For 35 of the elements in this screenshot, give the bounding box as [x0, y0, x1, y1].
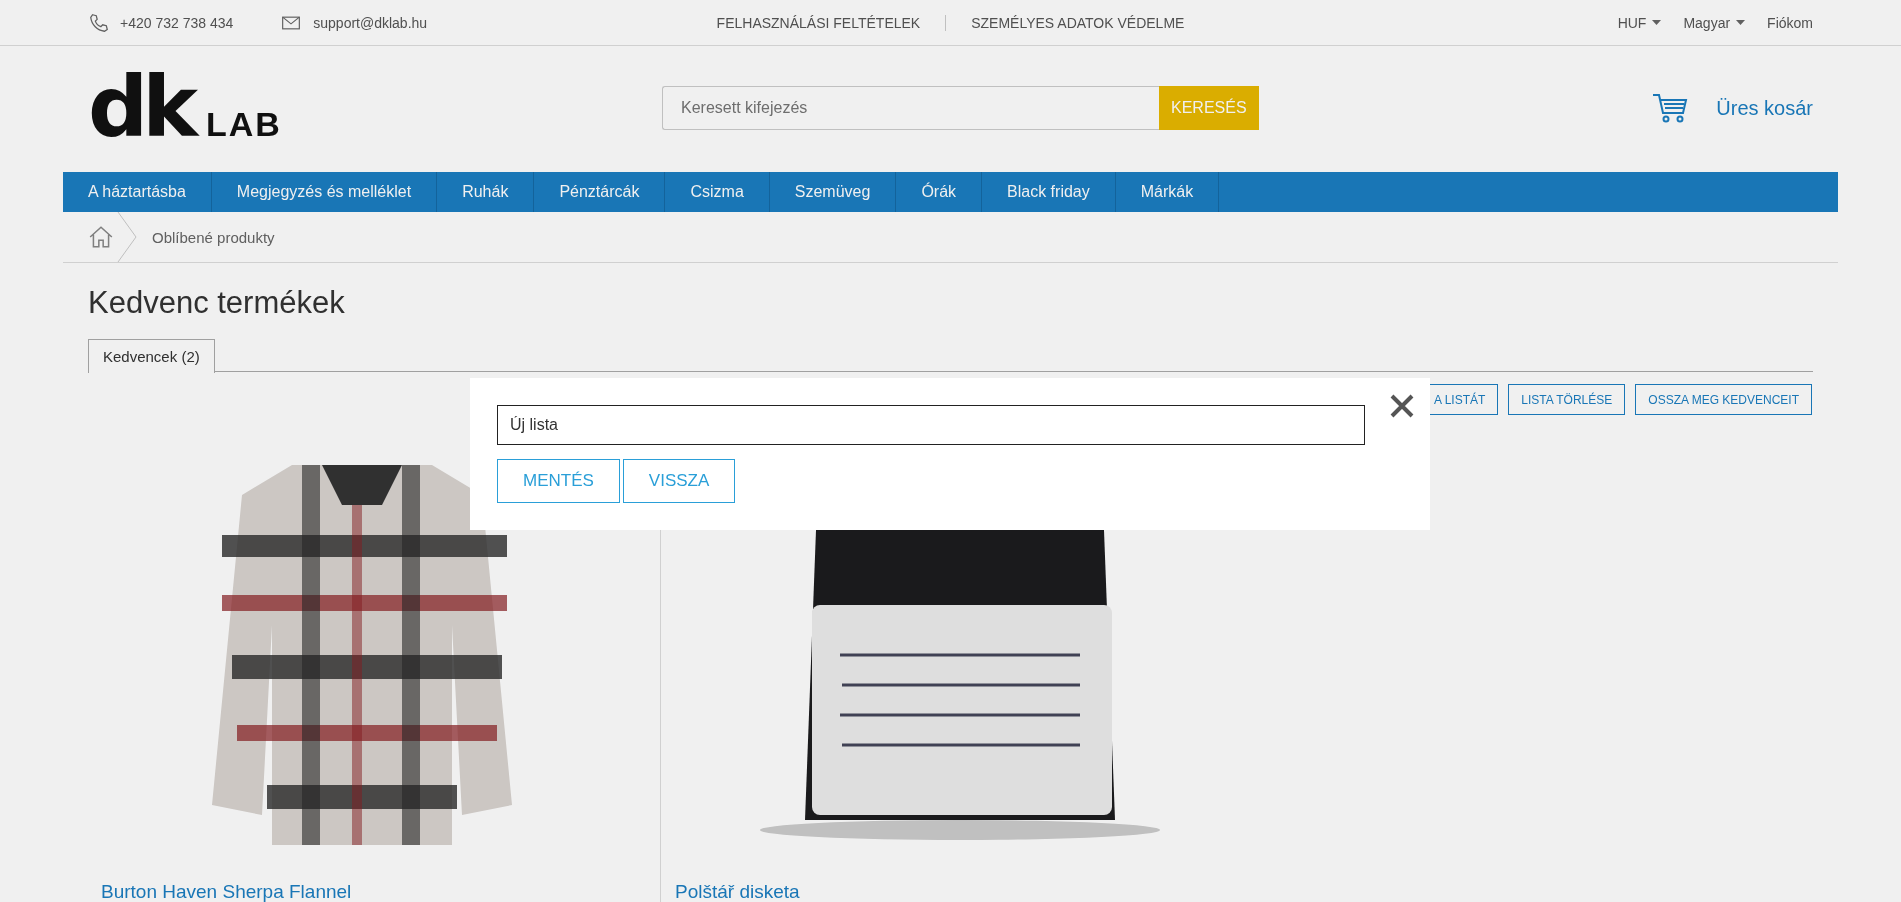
tab[interactable]: Kedvencek (2) [88, 339, 215, 373]
nav-item[interactable]: Pénztárcák [534, 172, 666, 212]
phone-number: +420 732 738 434 [120, 14, 234, 31]
nav-item[interactable]: A háztartásba [63, 172, 212, 212]
nav-item[interactable]: Szemüveg [769, 172, 897, 212]
nav-item[interactable]: Black friday [982, 172, 1116, 212]
page-title: Kedvenc termékek [88, 285, 346, 321]
logo-text[interactable]: LAB [206, 105, 282, 144]
account-link[interactable]: Fiókom [1767, 14, 1813, 31]
phone-icon [88, 11, 110, 34]
home-icon [88, 224, 114, 250]
nav-item[interactable]: Megjegyzés és melléklet [211, 172, 438, 212]
nav-item[interactable]: Márkák [1115, 172, 1220, 212]
top-link[interactable]: SZEMÉLYES ADATOK VÉDELME [945, 14, 1210, 31]
breadcrumb-item[interactable]: Oblíbené produkty [152, 228, 275, 246]
dialog-button[interactable]: VISSZA [622, 459, 736, 503]
language-selector[interactable]: Magyar [1683, 14, 1731, 31]
caret-icon [1652, 20, 1662, 25]
nav-item[interactable]: Csizma [665, 172, 770, 212]
list-action-button[interactable]: LISTA TÖRLÉSE [1508, 384, 1626, 415]
cart-icon[interactable] [1652, 92, 1689, 124]
top-link[interactable]: FELHASZNÁLÁSI FELTÉTELEK [691, 14, 946, 31]
currency-selector[interactable]: HUF [1617, 14, 1647, 31]
product-name[interactable]: Burton Haven Sherpa Flannel [101, 881, 622, 902]
caret-icon [1736, 20, 1746, 25]
search-field[interactable]: Keresett kifejezés [662, 86, 1159, 130]
close-icon[interactable] [1388, 392, 1416, 420]
cart-label[interactable]: Üres kosár [1716, 96, 1813, 120]
nav-item[interactable]: Órák [896, 172, 983, 212]
product-name[interactable]: Polštář disketa [675, 881, 1220, 902]
list-action-button[interactable]: OSSZA MEG KEDVENCEIT [1635, 384, 1812, 415]
email-address: support@dklab.hu [313, 14, 428, 31]
nav-item[interactable]: Ruhák [437, 172, 535, 212]
dialog-button[interactable]: MENTÉS [497, 459, 620, 503]
list-name-field[interactable]: Új lista [497, 405, 1365, 445]
